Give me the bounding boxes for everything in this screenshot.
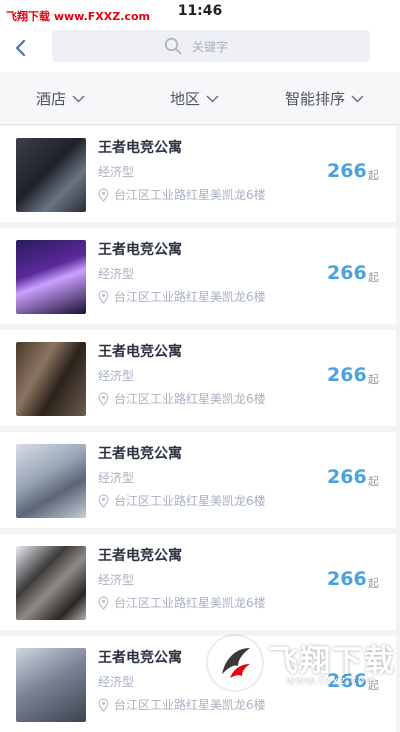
price-suffix: 起 <box>368 577 379 590</box>
hotel-address: 台江区工业路红星美凯龙6楼 <box>98 288 266 305</box>
hotel-photo <box>16 138 86 212</box>
status-bar: 飞翔下载 www.FXXZ.com 11:46 <box>0 0 400 28</box>
hotel-price: 266 <box>327 160 367 182</box>
hotel-card[interactable]: 王者电竞公寓 经济型 台江区工业路红星美凯龙6楼 266 起 <box>0 330 396 426</box>
location-pin-icon <box>98 697 109 712</box>
hotel-card[interactable]: 王者电竞公寓 经济型 台江区工业路红星美凯龙6楼 266 起 <box>0 228 396 324</box>
hotel-card[interactable]: 王者电竞公寓 经济型 台江区工业路红星美凯龙6楼 266 起 <box>0 534 396 630</box>
hotel-price: 266 <box>327 262 367 284</box>
hotel-name: 王者电竞公寓 <box>98 140 182 156</box>
hotel-price: 266 <box>327 568 367 590</box>
hotel-photo <box>16 240 86 314</box>
status-time: 11:46 <box>177 3 223 19</box>
location-pin-icon <box>98 289 109 304</box>
hotel-address: 台江区工业路红星美凯龙6楼 <box>98 186 266 203</box>
hotel-photo <box>16 648 86 722</box>
hotel-address-text: 台江区工业路红星美凯龙6楼 <box>114 188 266 202</box>
chevron-down-icon <box>206 94 219 103</box>
hotel-type: 经济型 <box>98 675 135 689</box>
filter-sort-label: 智能排序 <box>285 90 346 108</box>
hotel-address-text: 台江区工业路红星美凯龙6楼 <box>114 596 266 610</box>
filter-hotel-label: 酒店 <box>36 90 67 108</box>
price-suffix: 起 <box>368 373 379 386</box>
watermark-logo-url: www.fxxz.com <box>286 674 378 687</box>
chevron-down-icon <box>351 94 364 103</box>
hotel-type: 经济型 <box>98 471 135 485</box>
logo-mark <box>222 648 250 678</box>
location-pin-icon <box>98 493 109 508</box>
hotel-address-text: 台江区工业路红星美凯龙6楼 <box>114 494 266 508</box>
hotel-name: 王者电竞公寓 <box>98 650 182 666</box>
hotel-address-text: 台江区工业路红星美凯龙6楼 <box>114 290 266 304</box>
search-icon <box>164 37 182 55</box>
hotel-price: 266 <box>327 364 367 386</box>
hotel-name: 王者电竞公寓 <box>98 344 182 360</box>
search-header: 关键字 <box>0 28 400 72</box>
location-pin-icon <box>98 187 109 202</box>
hotel-type: 经济型 <box>98 165 135 179</box>
chevron-down-icon <box>72 94 85 103</box>
hotel-type: 经济型 <box>98 369 135 383</box>
filter-hotel[interactable]: 酒店 <box>36 88 85 109</box>
filter-sort[interactable]: 智能排序 <box>285 88 364 109</box>
hotel-name: 王者电竞公寓 <box>98 242 182 258</box>
filter-area-label: 地区 <box>170 90 201 108</box>
hotel-name: 王者电竞公寓 <box>98 446 182 462</box>
search-placeholder: 关键字 <box>192 40 229 54</box>
hotel-address: 台江区工业路红星美凯龙6楼 <box>98 390 266 407</box>
hotel-type: 经济型 <box>98 573 135 587</box>
back-button[interactable] <box>10 36 34 60</box>
price-suffix: 起 <box>368 169 379 182</box>
hotel-card[interactable]: 王者电竞公寓 经济型 台江区工业路红星美凯龙6楼 266 起 <box>0 126 396 222</box>
hotel-address: 台江区工业路红星美凯龙6楼 <box>98 594 266 611</box>
location-pin-icon <box>98 595 109 610</box>
hotel-type: 经济型 <box>98 267 135 281</box>
watermark-logo: 飞翔下载 www.fxxz.com <box>206 634 398 694</box>
location-pin-icon <box>98 391 109 406</box>
hotel-card[interactable]: 王者电竞公寓 经济型 台江区工业路红星美凯龙6楼 266 起 <box>0 432 396 528</box>
search-input[interactable]: 关键字 <box>52 30 370 62</box>
price-suffix: 起 <box>368 475 379 488</box>
hotel-address-text: 台江区工业路红星美凯龙6楼 <box>114 698 266 712</box>
hotel-address: 台江区工业路红星美凯龙6楼 <box>98 696 266 713</box>
chevron-left-icon <box>15 39 26 57</box>
hotel-photo <box>16 342 86 416</box>
logo-icon <box>208 636 262 690</box>
filter-area[interactable]: 地区 <box>170 88 219 109</box>
hotel-name: 王者电竞公寓 <box>98 548 182 564</box>
hotel-address: 台江区工业路红星美凯龙6楼 <box>98 492 266 509</box>
hotel-photo <box>16 546 86 620</box>
price-suffix: 起 <box>368 271 379 284</box>
filter-bar: 酒店 地区 智能排序 <box>0 72 400 125</box>
hotel-photo <box>16 444 86 518</box>
hotel-address-text: 台江区工业路红星美凯龙6楼 <box>114 392 266 406</box>
hotel-price: 266 <box>327 466 367 488</box>
